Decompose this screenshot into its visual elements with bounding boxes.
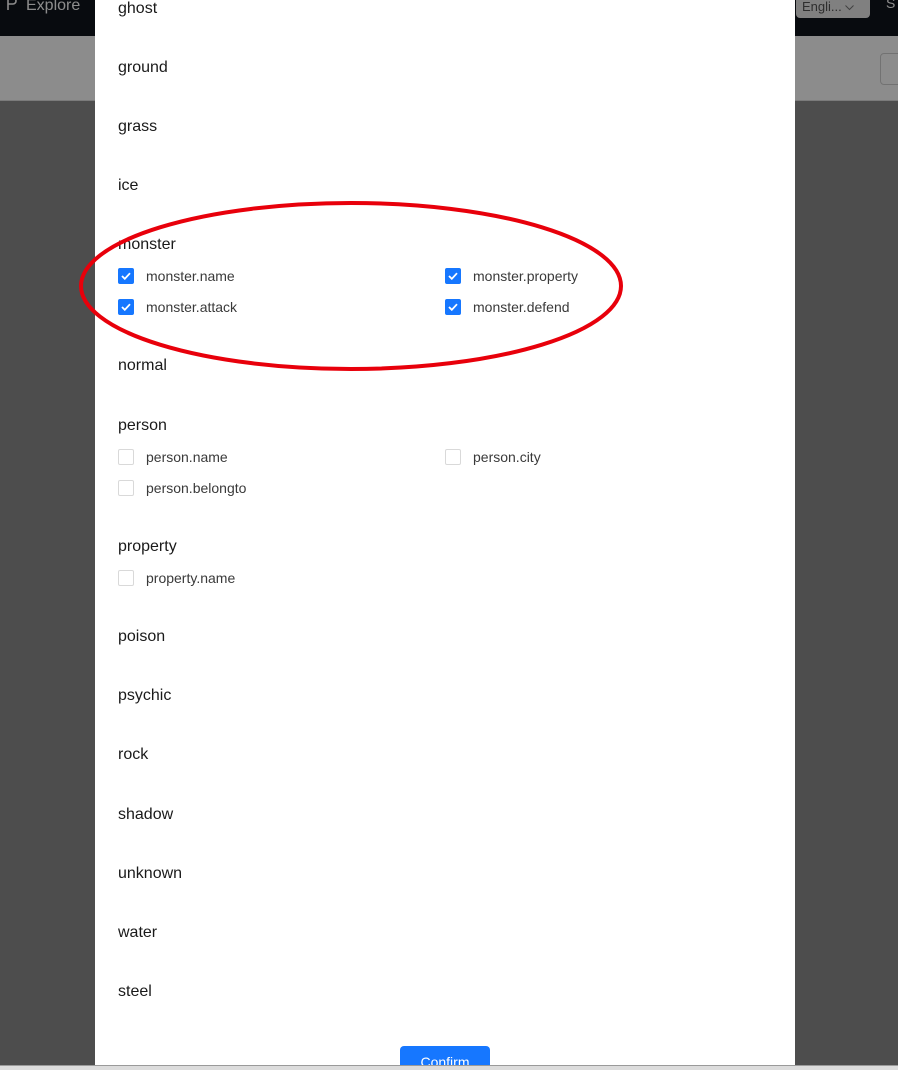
checkbox-person-name[interactable]: person.name: [118, 448, 228, 466]
checkbox-checked-icon[interactable]: [445, 299, 461, 315]
window-bottom-edge: [0, 1065, 898, 1070]
group-title-grass: grass: [118, 118, 158, 135]
group-title-water: water: [118, 924, 158, 941]
checkbox-box[interactable]: [118, 570, 134, 586]
checkbox-monster-name[interactable]: monster.name: [118, 267, 235, 285]
checkbox-box[interactable]: [118, 480, 134, 496]
group-title-unknown: unknown: [118, 865, 183, 882]
checkbox-label: monster.property: [473, 268, 579, 284]
checkbox-label: person.name: [146, 449, 228, 465]
checkbox-checked-icon[interactable]: [445, 268, 461, 284]
checkbox-label: person.city: [473, 449, 541, 465]
checkbox-monster-attack[interactable]: monster.attack: [118, 298, 237, 316]
group-title-rock: rock: [118, 746, 149, 763]
group-title-ice: ice: [118, 177, 139, 194]
checkbox-label: property.name: [146, 570, 236, 586]
group-title-normal: normal: [118, 357, 167, 374]
property-select-modal: ghost ground grass ice monster monster.n…: [95, 0, 795, 1065]
confirm-button[interactable]: Confirm: [400, 1046, 490, 1065]
checkbox-checked-icon[interactable]: [118, 299, 134, 315]
group-title-poison: poison: [118, 628, 166, 645]
group-title-psychic: psychic: [118, 687, 172, 704]
group-title-ghost: ghost: [118, 0, 158, 17]
group-title-property: property: [118, 538, 177, 555]
checkbox-box[interactable]: [445, 449, 461, 465]
group-title-shadow: shadow: [118, 806, 174, 823]
checkbox-box[interactable]: [118, 449, 134, 465]
group-title-monster: monster: [118, 236, 176, 253]
checkbox-label: person.belongto: [146, 480, 247, 496]
checkbox-label: monster.attack: [146, 299, 238, 315]
checkbox-person-city[interactable]: person.city: [445, 448, 541, 466]
checkbox-person-belongto[interactable]: person.belongto: [118, 479, 246, 497]
checkbox-label: monster.defend: [473, 299, 570, 315]
group-title-steel: steel: [118, 983, 152, 1000]
group-title-person: person: [118, 417, 167, 434]
checkbox-label: monster.name: [146, 268, 235, 284]
checkbox-checked-icon[interactable]: [118, 268, 134, 284]
group-title-ground: ground: [118, 59, 168, 76]
checkbox-monster-defend[interactable]: monster.defend: [445, 298, 570, 316]
checkbox-monster-property[interactable]: monster.property: [445, 267, 578, 285]
checkbox-property-name[interactable]: property.name: [118, 569, 235, 587]
